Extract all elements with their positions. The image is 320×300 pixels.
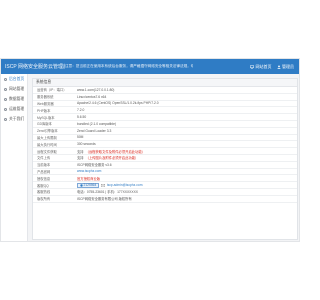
table-row: 最大执行时间 300 seconds	[33, 141, 297, 149]
row-value: 支持	[77, 156, 84, 161]
sidebar-item-site[interactable]: 网站管理	[1, 84, 27, 94]
tool-icon	[4, 107, 7, 111]
sidebar: 后台首页 网站管理 数据管理 运维管理 关于我们	[1, 74, 28, 241]
row-value: 电话：0755-23601 | 手机：177XXXXXXX	[77, 190, 138, 195]
user-icon	[276, 64, 281, 69]
row-label: Zend引擎版本	[37, 129, 58, 134]
row-label: 客服热线	[37, 190, 51, 195]
home-menu-label: 网站首页	[255, 63, 272, 69]
row-value: 300 seconds	[77, 142, 96, 147]
row-value: ISCP网络安全服务 v3.6	[77, 163, 112, 168]
table-row: 服务器系统 Linux/centos7.6 x64	[33, 94, 297, 101]
sidebar-item-label: 后台首页	[9, 76, 25, 81]
row-value: 7.2.0	[77, 108, 85, 113]
official-site-link[interactable]: www.iscphz.com	[77, 169, 101, 173]
table-row: PHP版本 7.2.0	[33, 107, 297, 115]
table-row: 产品官网 www.iscphz.com	[33, 169, 297, 176]
sidebar-item-label: 数据管理	[9, 96, 25, 101]
table-row: 授权信息 官方授权商业版	[33, 175, 297, 183]
row-label: 服务器系统	[37, 95, 54, 100]
database-icon	[4, 97, 7, 101]
sidebar-item-home[interactable]: 后台首页	[1, 74, 27, 84]
table-row: MySQL版本 5.6.50	[33, 114, 297, 121]
grid-icon	[4, 87, 7, 91]
row-label: 最大执行时间	[37, 142, 57, 147]
row-value: 5.6.50	[77, 115, 87, 120]
row-label: Web服务器	[37, 101, 54, 106]
sidebar-item-label: 网站管理	[9, 86, 25, 91]
row-label: 最大上传限制	[37, 135, 57, 140]
row-value: 50M	[77, 135, 84, 140]
qq-number: 2125564	[83, 183, 97, 188]
email-link[interactable]: iscp.admin@iscphz.com	[107, 183, 143, 187]
row-label: GD库版本	[37, 122, 52, 127]
row-value: Zend Guard Loader 3.3	[77, 128, 112, 133]
brand-title: ISCP 网络安全服务云管理后台	[5, 64, 65, 70]
sidebar-item-ops[interactable]: 运维管理	[1, 104, 27, 114]
table-row: Web服务器 Apache/2.4.6 (CentOS) OpenSSL/1.0.…	[33, 101, 297, 108]
table-row: 远程文件获取 支持 （远程获取文件及附件必须开启此功能）	[33, 148, 297, 155]
panel-title: 系统信息	[33, 79, 297, 87]
row-label: 产品官网	[37, 169, 51, 174]
row-label: MySQL版本	[37, 115, 55, 120]
qq-contact-button[interactable]: 2125564	[77, 182, 99, 188]
table-row: 当前版本 ISCP网络安全服务 v3.6	[33, 162, 297, 169]
row-value: Linux/centos7.6 x64	[77, 94, 107, 99]
user-menu-label: 管理员	[282, 63, 294, 69]
home-icon	[4, 77, 7, 81]
row-label: PHP版本	[37, 108, 51, 113]
license-value: 官方授权商业版	[77, 176, 101, 181]
row-note: （远程获取文件及附件必须开启此功能）	[85, 149, 145, 154]
row-label: 远程文件获取	[37, 149, 57, 154]
qq-icon	[79, 183, 83, 187]
table-row: 文件上传 支持 （上传图片及附件必须开启此功能）	[33, 155, 297, 162]
row-label: 文件上传	[37, 156, 51, 161]
table-row: 最大上传限制 50M	[33, 135, 297, 142]
row-note: （上传图片及附件必须开启此功能）	[85, 156, 139, 161]
table-row: 客服QQ 2125564 iscp.admin@iscphz.com	[33, 182, 297, 189]
top-bar: ISCP 网络安全服务云管理后台 注意：您当前正在使用本系统后台服务，请严格遵守…	[1, 59, 299, 74]
header-notice: 注意：您当前正在使用本系统后台服务，请严格遵守网络安全等相关法律法规，切勿非法操…	[65, 64, 193, 68]
sidebar-item-label: 关于我们	[9, 116, 25, 121]
mail-icon	[100, 183, 105, 187]
table-row: 客服热线 电话：0755-23601 | 手机：177XXXXXXX	[33, 189, 297, 196]
row-value: www.1.com(127.0.0.1:80)	[77, 87, 115, 92]
row-value: ISCP网络安全服务有限公司 版权所有	[77, 197, 132, 202]
row-label: 授权信息	[37, 176, 51, 181]
row-label: 版权所有	[37, 197, 51, 202]
app-window: ISCP 网络安全服务云管理后台 注意：您当前正在使用本系统后台服务，请严格遵守…	[0, 58, 300, 242]
table-row: 运营商（IP：端口） www.1.com(127.0.0.1:80)	[33, 87, 297, 94]
row-label: 运营商（IP：端口）	[37, 88, 67, 93]
row-value: Apache/2.4.6 (CentOS) OpenSSL/1.0.2k-fip…	[77, 101, 159, 106]
system-info-panel: 系统信息 运营商（IP：端口） www.1.com(127.0.0.1:80) 服…	[32, 78, 298, 240]
row-value: 支持	[77, 149, 84, 154]
monitor-icon	[250, 64, 254, 69]
sidebar-item-about[interactable]: 关于我们	[1, 114, 27, 124]
row-label: 客服QQ	[37, 183, 49, 188]
row-label: 当前版本	[37, 163, 51, 168]
table-row: Zend引擎版本 Zend Guard Loader 3.3	[33, 128, 297, 135]
user-menu[interactable]: 管理员	[276, 63, 294, 70]
sidebar-item-label: 运维管理	[9, 106, 25, 111]
sidebar-item-data[interactable]: 数据管理	[1, 94, 27, 104]
info-icon	[4, 117, 7, 121]
table-row: GD库版本 bundled (2.1.0 compatible)	[33, 121, 297, 128]
home-menu[interactable]: 网站首页	[250, 64, 272, 70]
table-row: 版权所有 ISCP网络安全服务有限公司 版权所有	[33, 196, 297, 203]
row-value: bundled (2.1.0 compatible)	[77, 121, 117, 126]
